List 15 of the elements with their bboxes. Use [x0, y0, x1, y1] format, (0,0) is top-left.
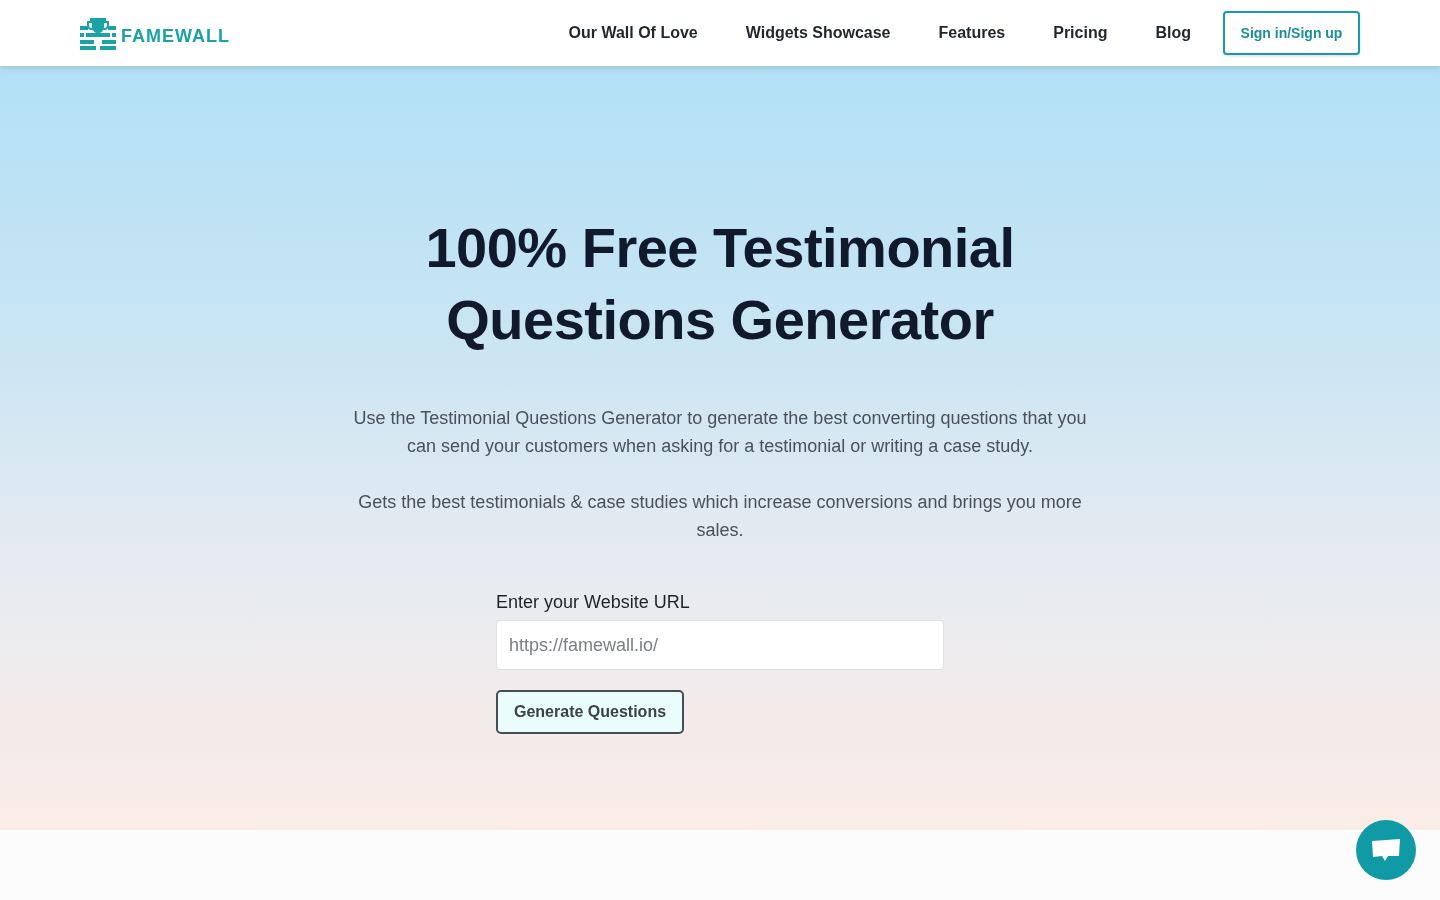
nav-link[interactable]: Blog — [1155, 21, 1191, 45]
description-paragraph: Gets the best testimonials & case studies which increase conversions and brings you more sales. — [357, 491, 1083, 542]
speech-bubble-icon — [1371, 838, 1401, 862]
chat-button[interactable] — [1356, 820, 1416, 880]
url-field-label: Enter your Website URL — [496, 591, 690, 614]
trophy-wall-logo-icon[interactable] — [80, 16, 116, 50]
nav-link[interactable]: Our Wall Of Love — [568, 21, 698, 45]
nav-link[interactable]: Widgets Showcase — [745, 21, 891, 45]
nav-link[interactable]: Pricing — [1053, 21, 1108, 45]
generate-questions-button[interactable]: Generate Questions — [496, 690, 685, 734]
sign-in-button[interactable]: Sign in/Sign up — [1223, 11, 1360, 55]
url-input-field[interactable]: https://famewall.io/ — [496, 620, 944, 670]
nav-link[interactable]: Features — [938, 21, 1006, 45]
page-title: 100% Free Testimonial Questions Generator — [424, 215, 1016, 353]
description-paragraph: Use the Testimonial Questions Generator to generate the best converting questions that you can send your customers when asking for a testimonial or writing a case study. — [352, 407, 1088, 458]
